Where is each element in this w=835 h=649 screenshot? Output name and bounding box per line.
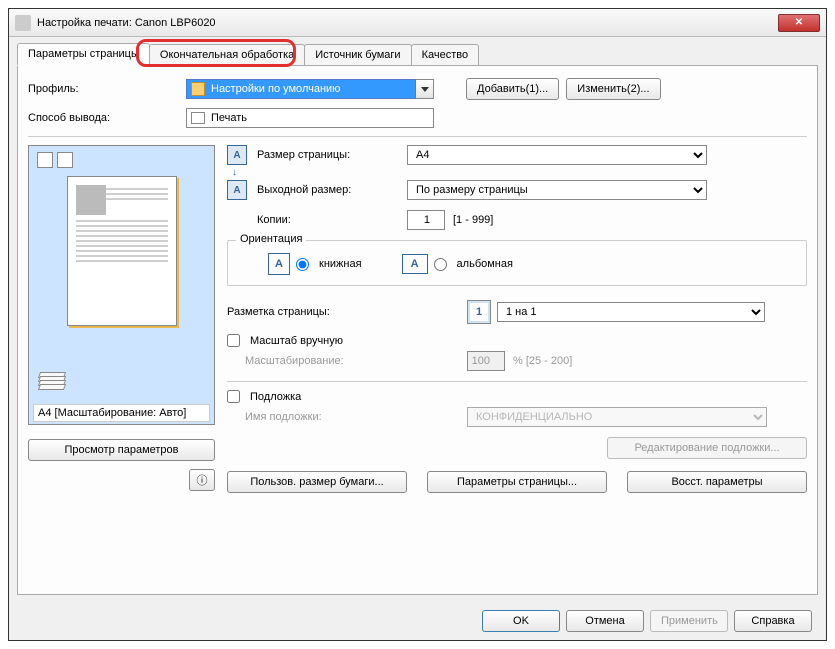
portrait-radio[interactable]: [296, 258, 309, 271]
tab-finishing[interactable]: Окончательная обработка: [149, 44, 305, 65]
output-size-icon: A: [227, 180, 247, 200]
printer-icon: [15, 15, 31, 31]
copies-range: [1 - 999]: [453, 214, 493, 226]
output-label: Способ вывода:: [28, 112, 186, 124]
cancel-button[interactable]: Отмена: [566, 610, 644, 632]
separator2: [227, 381, 807, 382]
page-options-button[interactable]: Параметры страницы...: [427, 471, 607, 493]
tab-quality[interactable]: Качество: [411, 44, 480, 65]
profile-caret[interactable]: [416, 79, 434, 99]
ok-button[interactable]: OK: [482, 610, 560, 632]
copies-label: Копии:: [257, 214, 407, 226]
watermark-name-label: Имя подложки:: [245, 411, 467, 423]
arrow-down-icon: ↓: [232, 167, 807, 178]
scaling-spinner: [467, 351, 505, 371]
landscape-icon: A: [402, 254, 428, 274]
landscape-radio[interactable]: [434, 258, 447, 271]
orientation-portrait[interactable]: A книжная: [268, 253, 362, 275]
preview-pane: A4 [Масштабирование: Авто]: [28, 145, 215, 425]
view-params-button[interactable]: Просмотр параметров: [28, 439, 215, 461]
orientation-legend: Ориентация: [236, 233, 306, 245]
page-size-label: Размер страницы:: [257, 149, 407, 161]
profile-value: Настройки по умолчанию: [211, 83, 340, 95]
tab-panel-page-params: Профиль: Настройки по умолчанию Добавить…: [17, 65, 818, 595]
window-title: Настройка печати: Canon LBP6020: [37, 17, 778, 29]
add-profile-button[interactable]: Добавить(1)...: [466, 78, 559, 100]
titlebar[interactable]: Настройка печати: Canon LBP6020 ✕: [9, 9, 826, 37]
watermark-select: КОНФИДЕНЦИАЛЬНО: [467, 407, 767, 427]
tab-page-params[interactable]: Параметры страницы: [17, 43, 150, 66]
preview-mode1-icon[interactable]: [37, 152, 53, 168]
printer-small-icon: [191, 112, 205, 124]
output-combo[interactable]: Печать: [186, 108, 434, 128]
output-size-label: Выходной размер:: [257, 184, 407, 196]
help-button[interactable]: Справка: [734, 610, 812, 632]
copies-spinner[interactable]: [407, 210, 445, 230]
scaling-label: Масштабирование:: [245, 355, 467, 367]
orientation-group: Ориентация A книжная A альбомная: [227, 240, 807, 286]
tabstrip: Параметры страницы Окончательная обработ…: [17, 43, 818, 65]
edit-profile-button[interactable]: Изменить(2)...: [566, 78, 660, 100]
layout-icon: 1: [467, 300, 491, 324]
scaling-range: % [25 - 200]: [513, 355, 572, 367]
custom-paper-size-button[interactable]: Пользов. размер бумаги...: [227, 471, 407, 493]
tab-paper-source[interactable]: Источник бумаги: [304, 44, 411, 65]
output-size-select[interactable]: По размеру страницы: [407, 180, 707, 200]
preview-mode2-icon[interactable]: [57, 152, 73, 168]
separator: [28, 136, 807, 137]
paper-stack-icon: [39, 374, 69, 396]
preview-caption: A4 [Масштабирование: Авто]: [33, 404, 210, 422]
dialog-button-row: OK Отмена Применить Справка: [482, 610, 812, 632]
apply-button: Применить: [650, 610, 728, 632]
profile-label: Профиль:: [28, 83, 186, 95]
output-value: Печать: [211, 112, 247, 124]
layout-label: Разметка страницы:: [227, 306, 407, 318]
profile-icon: [191, 82, 205, 96]
info-icon-button[interactable]: ⓘ: [189, 469, 215, 491]
page-size-icon: A: [227, 145, 247, 165]
page-thumb: [67, 176, 177, 326]
manual-scale-label: Масштаб вручную: [250, 335, 343, 347]
portrait-icon: A: [268, 253, 290, 275]
page-size-select[interactable]: A4: [407, 145, 707, 165]
layout-select[interactable]: 1 на 1: [497, 302, 765, 322]
close-button[interactable]: ✕: [778, 14, 820, 32]
edit-watermark-button: Редактирование подложки...: [607, 437, 807, 459]
restore-defaults-button[interactable]: Восст. параметры: [627, 471, 807, 493]
print-settings-window: Настройка печати: Canon LBP6020 ✕ Параме…: [8, 8, 827, 641]
watermark-label: Подложка: [250, 391, 301, 403]
orientation-landscape[interactable]: A альбомная: [402, 254, 513, 274]
manual-scale-check[interactable]: [227, 334, 240, 347]
profile-combo[interactable]: Настройки по умолчанию: [186, 79, 416, 99]
watermark-check[interactable]: [227, 390, 240, 403]
